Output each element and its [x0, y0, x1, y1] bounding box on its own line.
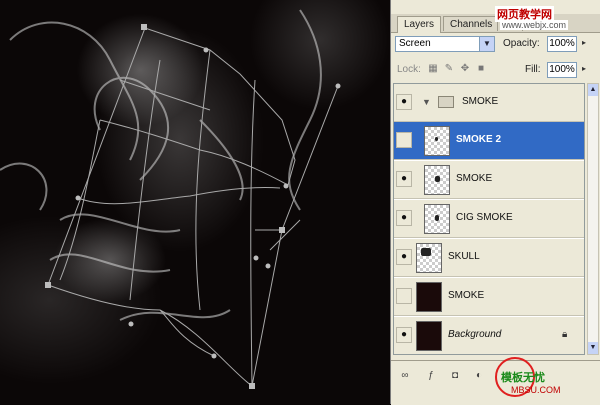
layer-smoke[interactable]: ● SMOKE: [394, 161, 584, 199]
layer-thumbnail: [416, 321, 442, 351]
lock-icon: 🔒︎: [562, 329, 568, 340]
scroll-down-icon[interactable]: ▼: [588, 342, 598, 354]
layers-bottom-toolbar: ∞ ƒ ◘ ◐ 模板无忧 MBSU.COM: [391, 357, 600, 405]
opacity-label: Opacity:: [503, 38, 540, 49]
watermark-bottom: 模板无忧: [501, 372, 545, 384]
layer-thumbnail: [424, 204, 450, 234]
layer-name: Background: [448, 329, 502, 340]
expand-triangle-icon[interactable]: ▼: [422, 97, 431, 107]
link-layers-icon[interactable]: ∞: [397, 369, 413, 383]
lock-brush-icon[interactable]: ✎: [443, 63, 455, 75]
eye-icon[interactable]: ●: [396, 210, 412, 226]
warp-transform-grid[interactable]: [0, 0, 390, 404]
adjustment-layer-icon[interactable]: ◐: [471, 369, 487, 383]
scroll-up-icon[interactable]: ▲: [588, 84, 598, 96]
fill-label: Fill:: [525, 64, 541, 75]
layer-name: SMOKE 2: [456, 134, 502, 145]
layer-skull[interactable]: ● SKULL: [394, 239, 584, 277]
blend-opacity-row: Screen ▼ Opacity: 100% ▸: [391, 34, 600, 56]
folder-icon: [438, 96, 454, 108]
lock-transparency-icon[interactable]: ▦: [427, 63, 439, 75]
eye-icon[interactable]: ●: [396, 171, 412, 187]
add-mask-icon[interactable]: ◘: [447, 369, 463, 383]
opacity-arrow-icon[interactable]: ▸: [579, 36, 589, 50]
layer-name: SKULL: [448, 251, 480, 262]
chevron-down-icon[interactable]: ▼: [479, 37, 494, 51]
layer-name: SMOKE: [448, 290, 485, 301]
layer-name: SMOKE: [456, 173, 493, 184]
lock-move-icon[interactable]: ✥: [459, 63, 471, 75]
layer-thumbnail: [416, 243, 442, 273]
layer-thumbnail: [424, 165, 450, 195]
lock-fill-row: Lock: ▦ ✎ ✥ ■ Fill: 100% ▸: [391, 58, 600, 80]
blend-mode-select[interactable]: Screen ▼: [395, 36, 495, 52]
blend-mode-value: Screen: [399, 38, 431, 49]
layer-cig-smoke[interactable]: ● CIG SMOKE: [394, 200, 584, 238]
opacity-input[interactable]: 100%: [547, 36, 577, 52]
eye-icon[interactable]: ●: [396, 327, 412, 343]
layers-scrollbar[interactable]: ▲ ▼: [587, 83, 599, 355]
layers-panel: Layers Channels Pa Screen ▼ Opacity: 100…: [390, 0, 600, 405]
watermark-bottom-url: MBSU.COM: [511, 385, 561, 395]
eye-icon[interactable]: ●: [396, 249, 412, 265]
layer-background[interactable]: ● Background 🔒︎: [394, 317, 584, 354]
watermark-url: www.webjx.com: [500, 20, 569, 30]
layer-group-smoke[interactable]: ● ▼ SMOKE: [394, 84, 584, 122]
lock-label: Lock:: [397, 64, 421, 75]
lock-all-icon[interactable]: ■: [475, 63, 487, 75]
layer-smoke-2[interactable]: SMOKE 2: [394, 122, 584, 160]
tab-layers[interactable]: Layers: [397, 16, 442, 33]
fill-arrow-icon[interactable]: ▸: [579, 62, 589, 76]
layer-smoke-hidden[interactable]: SMOKE: [394, 278, 584, 316]
eye-hidden-icon[interactable]: [396, 288, 412, 304]
layers-list: ● ▼ SMOKE SMOKE 2 ● SMOKE ● CIG SMOKE ● …: [393, 83, 585, 355]
layer-name: SMOKE: [462, 96, 499, 107]
eye-icon[interactable]: ●: [396, 94, 412, 110]
fill-input[interactable]: 100%: [547, 62, 577, 78]
tab-channels[interactable]: Channels: [443, 16, 500, 31]
layer-style-icon[interactable]: ƒ: [423, 369, 439, 383]
layer-thumbnail: [416, 282, 442, 312]
layer-thumbnail: [424, 126, 450, 156]
eye-icon[interactable]: [396, 132, 412, 148]
document-canvas[interactable]: [0, 0, 390, 404]
layer-name: CIG SMOKE: [456, 212, 513, 223]
